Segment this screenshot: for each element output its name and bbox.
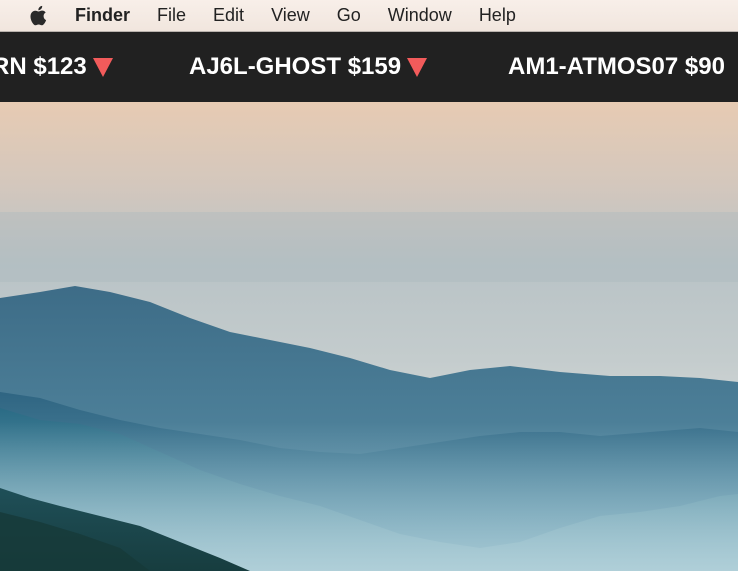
menu-window[interactable]: Window [388,0,452,31]
menu-finder[interactable]: Finder [75,0,130,31]
ticker-price: $90 [684,53,725,80]
menu-help[interactable]: Help [479,0,516,31]
desktop-wallpaper [0,102,738,571]
menu-go[interactable]: Go [337,0,361,31]
ticker-symbol: AJ6L-GHOST [189,53,342,80]
down-arrow-icon [407,57,428,77]
mountain-landscape-image [0,102,738,571]
menu-bar: Finder File Edit View Go Window Help [0,0,738,32]
ticker-item: AM1-ATMOS07 $90 [508,32,725,102]
ticker-price: $159 [347,53,402,80]
ticker-item: AJ6L-GHOST $159 [189,32,428,102]
down-arrow-icon [92,57,113,77]
ticker-item: RN $123 [0,32,113,102]
ticker-symbol: RN [0,53,27,80]
ticker-symbol: AM1-ATMOS07 [508,53,679,80]
stock-ticker: RN $123 AJ6L-GHOST $159 AM1-ATMOS07 $90 [0,32,738,102]
ticker-price: $123 [33,53,87,80]
apple-icon[interactable] [28,5,48,27]
desktop-screen: Finder File Edit View Go Window Help RN … [0,0,738,571]
menu-edit[interactable]: Edit [213,0,244,31]
menu-file[interactable]: File [157,0,186,31]
menu-view[interactable]: View [271,0,310,31]
